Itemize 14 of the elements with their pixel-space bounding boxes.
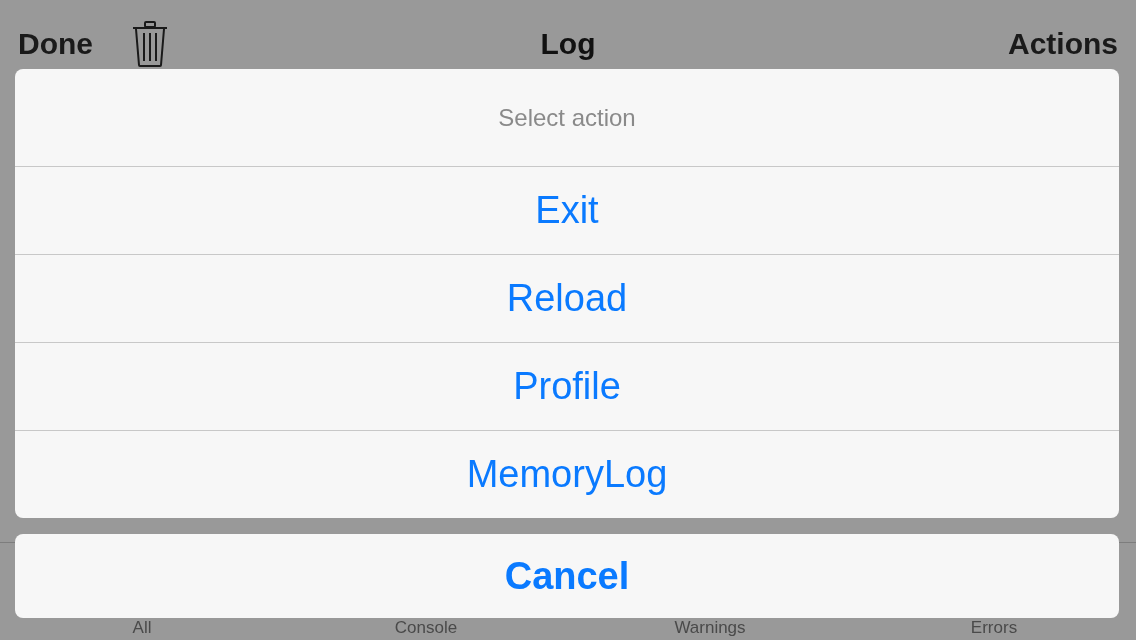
- cancel-button[interactable]: Cancel: [15, 534, 1119, 618]
- action-item[interactable]: MemoryLog: [15, 430, 1119, 518]
- navigation-title: Log: [540, 27, 596, 61]
- done-button[interactable]: Done: [18, 27, 93, 61]
- tab[interactable]: Console: [394, 618, 458, 638]
- tab[interactable]: Warnings: [674, 618, 746, 638]
- action-item[interactable]: Profile: [15, 342, 1119, 430]
- trash-icon[interactable]: [131, 20, 169, 68]
- action-item[interactable]: Exit: [15, 166, 1119, 254]
- action-item[interactable]: Reload: [15, 254, 1119, 342]
- sheet-title: Select action: [497, 102, 637, 133]
- actions-button[interactable]: Actions: [1008, 27, 1118, 61]
- tab[interactable]: All: [132, 618, 152, 638]
- tab[interactable]: Errors: [970, 618, 1018, 638]
